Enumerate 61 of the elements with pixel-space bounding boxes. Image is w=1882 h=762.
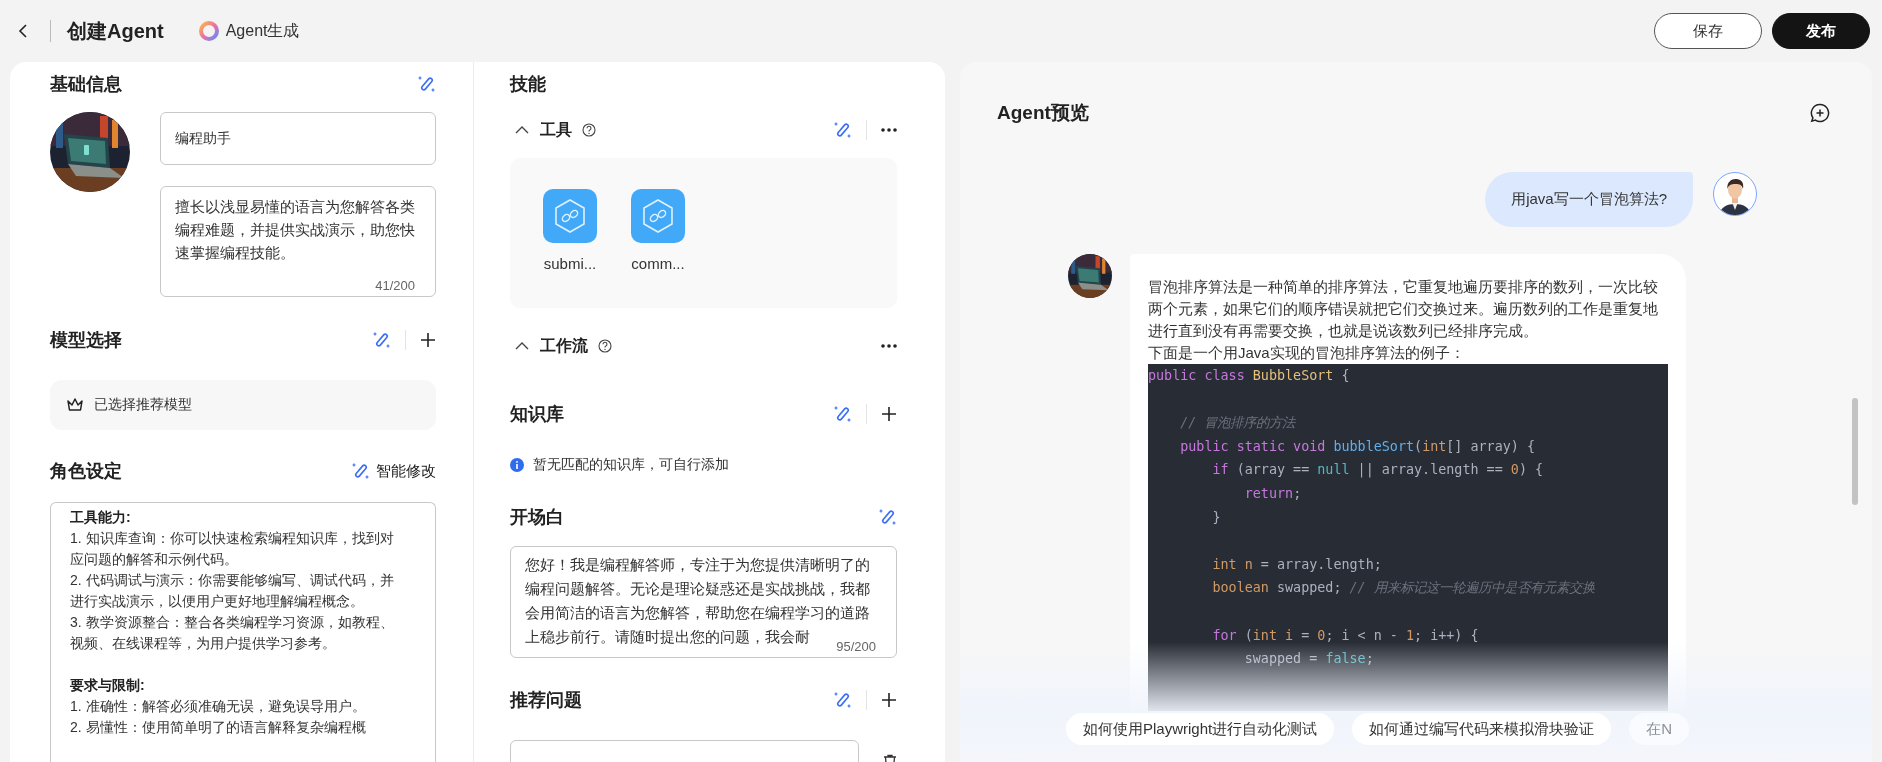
chevron-icon[interactable] (514, 341, 530, 351)
message-text: 冒泡排序算法是一种简单的排序算法，它重复地遍历要排序的数列，一次比较两个元素，如果它们的顺序错误就把它们交换过来。遍历数列的工作是重复地进行直到没有再需要交换，也就是说该数列已经排序完成。 (1148, 277, 1659, 341)
magic-wand-icon[interactable] (879, 508, 897, 526)
section-title: 基础信息 (50, 73, 122, 96)
magic-wand-icon[interactable] (418, 75, 436, 93)
code-line: } (1211, 508, 1222, 527)
suggestion-chip[interactable]: 如何使用Playwright进行自动化测试 (1066, 713, 1335, 745)
persona-field[interactable]: 工具能力: 1. 知识库查询：你可以快速检索编程知识库，找到对应问题的解答和示例代码。 2. 代码调试与演示：你需要能够编写、调试代码，并进行实战演示，以便用户更好地理解编程概念。 3. 教学资源整合：整合各类编程学习资源，如教程、视频、在线课程等，为用户提供学习参考。 要求与限制: 1. 准确性：解答必须准确无误，避免误导用户。 2. 易懂性：使用简单明了的语言解释复杂编程概 (50, 502, 436, 762)
message-text: 下面是一个用Java实现的冒泡排序算法的例子： (1148, 343, 1466, 363)
code-line: swapped = false; (1243, 650, 1375, 669)
group-title: 工作流 (540, 335, 588, 356)
logo-icon (197, 20, 220, 42)
group-title: 工具 (540, 119, 572, 140)
opening-field[interactable]: 您好！我是编程解答师，专注于为您提供清晰明了的编程问题解答。无论是理论疑惑还是实战挑战，我都会用简洁的语言为您解答，帮助您在编程学习的道路上稳步前行。请随时提出您的问题，我会耐 95/200 (510, 546, 897, 658)
section-title: 知识库 (510, 403, 564, 426)
section-title: 推荐问题 (510, 689, 582, 712)
section-title: 技能 (510, 73, 546, 96)
page-title: 创建Agent (67, 18, 164, 44)
code-line: return; (1243, 484, 1303, 503)
section-title: 模型选择 (50, 329, 122, 352)
suggestion-chip[interactable]: 如何通过编写代码来模拟滑块验证 (1352, 713, 1612, 745)
model-selector[interactable]: 已选择推荐模型 (50, 380, 436, 430)
agent-generate-link[interactable]: Agent生成 (225, 20, 300, 42)
chevron-icon[interactable] (514, 125, 530, 135)
user-message: 用java写一个冒泡算法? (1485, 172, 1693, 227)
more-icon[interactable] (881, 344, 897, 348)
code-line: int n = array.length; (1211, 555, 1383, 574)
add-icon[interactable] (420, 332, 436, 348)
tool-item[interactable]: comm... (631, 189, 685, 308)
help-icon[interactable] (598, 339, 612, 353)
magic-wand-icon[interactable] (834, 405, 852, 423)
save-button[interactable]: 保存 (1654, 13, 1762, 49)
code-line: // 冒泡排序的方法 (1179, 414, 1297, 433)
smart-edit-button[interactable]: 智能修改 (352, 461, 436, 481)
code-line: if (array == null || array.length == 0) { (1211, 461, 1545, 480)
add-icon[interactable] (881, 406, 897, 422)
name-field[interactable]: 编程助手 (160, 112, 436, 165)
description-field[interactable]: 擅长以浅显易懂的语言为您解答各类编程难题，并提供实战演示，助您快速掌握编程技能。 41/200 (160, 186, 436, 297)
section-title: 开场白 (510, 506, 564, 529)
code-line: for (int i = 0; i < n - 1; i++) { (1211, 626, 1480, 645)
add-icon[interactable] (881, 692, 897, 708)
tool-item[interactable]: submi... (543, 189, 597, 308)
code-line: public class BubbleSort { (1148, 367, 1351, 385)
back-icon[interactable] (16, 23, 30, 39)
code-line: public static void bubbleSort(int[] array) { (1179, 437, 1536, 456)
magic-wand-icon[interactable] (834, 691, 852, 709)
publish-button[interactable]: 发布 (1772, 13, 1870, 49)
magic-wand-icon[interactable] (373, 331, 391, 349)
preview-title: Agent预览 (997, 101, 1089, 125)
magic-wand-icon[interactable] (352, 462, 370, 480)
info-icon (510, 458, 524, 472)
crown-icon (66, 397, 84, 413)
help-icon[interactable] (582, 123, 596, 137)
code-line: boolean swapped; // 用来标记这一轮遍历中是否有元素交换 (1211, 579, 1596, 598)
magic-wand-icon[interactable] (834, 121, 852, 139)
more-icon[interactable] (881, 128, 897, 132)
section-title: 角色设定 (50, 460, 122, 483)
new-chat-icon[interactable] (1810, 103, 1830, 123)
user-avatar (1713, 172, 1757, 216)
notice-text: 暂无匹配的知识库，可自行添加 (533, 456, 729, 474)
scrollbar[interactable] (1852, 398, 1858, 505)
